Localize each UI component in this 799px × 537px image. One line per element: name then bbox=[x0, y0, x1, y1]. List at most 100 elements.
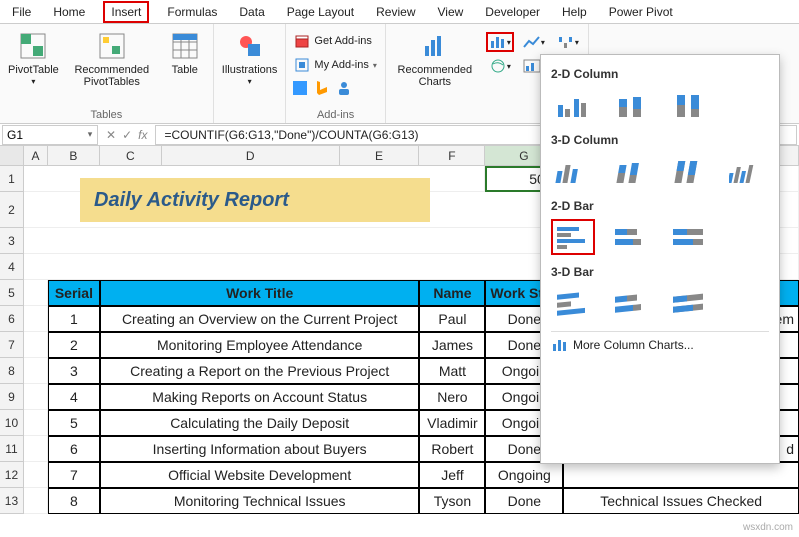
tab-view[interactable]: View bbox=[434, 2, 468, 22]
tab-power-pivot[interactable]: Power Pivot bbox=[605, 2, 677, 22]
row-header-7[interactable]: 7 bbox=[0, 332, 24, 358]
3d-stacked-bar-thumb[interactable] bbox=[609, 285, 653, 321]
cell-work-title[interactable]: Creating a Report on the Previous Projec… bbox=[100, 358, 420, 384]
cell-serial[interactable]: 5 bbox=[48, 410, 100, 436]
cell-work-title[interactable]: Inserting Information about Buyers bbox=[100, 436, 420, 462]
insert-column-chart-button[interactable]: ▾ bbox=[486, 32, 514, 52]
clustered-bar-thumb[interactable] bbox=[551, 219, 595, 255]
cell-serial[interactable]: 7 bbox=[48, 462, 100, 488]
row-header-8[interactable]: 8 bbox=[0, 358, 24, 384]
stacked100-bar-thumb[interactable] bbox=[667, 219, 711, 255]
bing-icon[interactable] bbox=[314, 80, 330, 96]
cell-serial[interactable]: 8 bbox=[48, 488, 100, 514]
table-icon bbox=[169, 30, 201, 62]
cell-name[interactable]: Vladimir bbox=[419, 410, 485, 436]
insert-winloss-chart-button[interactable]: ▾ bbox=[554, 32, 582, 52]
tab-home[interactable]: Home bbox=[49, 2, 89, 22]
cell-name[interactable]: Robert bbox=[419, 436, 485, 462]
row-header-3[interactable]: 3 bbox=[0, 228, 24, 254]
row-header-10[interactable]: 10 bbox=[0, 410, 24, 436]
gallery-section-2d-bar: 2-D Bar bbox=[551, 199, 769, 213]
3d-stacked-column-thumb[interactable] bbox=[609, 153, 653, 189]
row-header-9[interactable]: 9 bbox=[0, 384, 24, 410]
cell-work-title[interactable]: Calculating the Daily Deposit bbox=[100, 410, 420, 436]
enter-icon[interactable]: ✓ bbox=[122, 128, 132, 142]
3d-stacked100-bar-thumb[interactable] bbox=[667, 285, 711, 321]
clustered-column-thumb[interactable] bbox=[551, 87, 595, 123]
tab-formulas[interactable]: Formulas bbox=[163, 2, 221, 22]
cell-serial[interactable]: 1 bbox=[48, 306, 100, 332]
stacked-column-thumb[interactable] bbox=[609, 87, 653, 123]
row-header-12[interactable]: 12 bbox=[0, 462, 24, 488]
caret-down-icon[interactable]: ▾ bbox=[83, 129, 97, 140]
cell-name[interactable]: Tyson bbox=[419, 488, 485, 514]
3d-column-thumb[interactable] bbox=[725, 153, 769, 189]
cell-work-title[interactable]: Monitoring Employee Attendance bbox=[100, 332, 420, 358]
get-addins-button[interactable]: Get Add-ins bbox=[292, 32, 373, 50]
row-header-5[interactable]: 5 bbox=[0, 280, 24, 306]
cell-name[interactable]: Nero bbox=[419, 384, 485, 410]
insert-map-chart-button[interactable]: ▾ bbox=[486, 56, 514, 76]
cell-status[interactable]: Ongoing bbox=[485, 462, 563, 488]
col-F[interactable]: F bbox=[419, 146, 485, 165]
col-D[interactable]: D bbox=[162, 146, 340, 165]
my-addins-button[interactable]: My Add-ins ▾ bbox=[292, 56, 378, 74]
col-E[interactable]: E bbox=[340, 146, 420, 165]
tab-review[interactable]: Review bbox=[372, 2, 419, 22]
more-column-charts[interactable]: More Column Charts... bbox=[551, 331, 769, 352]
col-A[interactable]: A bbox=[24, 146, 48, 165]
stacked100-column-thumb[interactable] bbox=[667, 87, 711, 123]
cell-work-title[interactable]: Making Reports on Account Status bbox=[100, 384, 420, 410]
tab-help[interactable]: Help bbox=[558, 2, 591, 22]
cell-name[interactable]: Matt bbox=[419, 358, 485, 384]
name-box-input[interactable] bbox=[3, 126, 83, 144]
ribbon-tabs: File Home Insert Formulas Data Page Layo… bbox=[0, 0, 799, 24]
col-C[interactable]: C bbox=[100, 146, 162, 165]
cell-remark[interactable] bbox=[563, 462, 799, 488]
cell-serial[interactable]: 3 bbox=[48, 358, 100, 384]
cell-serial[interactable]: 6 bbox=[48, 436, 100, 462]
pivottable-button[interactable]: PivotTable ▾ bbox=[6, 28, 61, 89]
cell-work-title[interactable]: Official Website Development bbox=[100, 462, 420, 488]
cell-status[interactable]: Done bbox=[485, 488, 563, 514]
select-all-corner[interactable] bbox=[0, 146, 24, 165]
cell-serial[interactable]: 4 bbox=[48, 384, 100, 410]
3d-clustered-column-thumb[interactable] bbox=[551, 153, 595, 189]
th-serial[interactable]: Serial bbox=[48, 280, 100, 306]
row-header-4[interactable]: 4 bbox=[0, 254, 24, 280]
tab-developer[interactable]: Developer bbox=[481, 2, 544, 22]
table-button[interactable]: Table bbox=[163, 28, 207, 78]
name-box[interactable]: ▾ bbox=[2, 125, 98, 145]
cell-remark[interactable]: Technical Issues Checked bbox=[563, 488, 799, 514]
row-header-6[interactable]: 6 bbox=[0, 306, 24, 332]
3d-stacked100-column-thumb[interactable] bbox=[667, 153, 711, 189]
tab-file[interactable]: File bbox=[8, 2, 35, 22]
addin-tile-icon[interactable] bbox=[292, 80, 308, 96]
cancel-icon[interactable]: ✕ bbox=[106, 128, 116, 142]
row-header-13[interactable]: 13 bbox=[0, 488, 24, 514]
row-header-11[interactable]: 11 bbox=[0, 436, 24, 462]
tab-data[interactable]: Data bbox=[235, 2, 268, 22]
cell-name[interactable]: Paul bbox=[419, 306, 485, 332]
insert-line-chart-button[interactable]: ▾ bbox=[520, 32, 548, 52]
3d-clustered-bar-thumb[interactable] bbox=[551, 285, 595, 321]
fx-icon[interactable]: fx bbox=[138, 128, 147, 142]
cell-work-title[interactable]: Creating an Overview on the Current Proj… bbox=[100, 306, 420, 332]
row-header-1[interactable]: 1 bbox=[0, 166, 24, 192]
cell-serial[interactable]: 2 bbox=[48, 332, 100, 358]
recommended-charts-button[interactable]: Recommended Charts bbox=[392, 28, 478, 90]
recommended-pivottables-button[interactable]: Recommended PivotTables bbox=[69, 28, 155, 90]
tab-page-layout[interactable]: Page Layout bbox=[283, 2, 358, 22]
th-work-title[interactable]: Work Title bbox=[100, 280, 420, 306]
stacked-bar-thumb[interactable] bbox=[609, 219, 653, 255]
cell-name[interactable]: James bbox=[419, 332, 485, 358]
illustrations-button[interactable]: Illustrations ▾ bbox=[220, 28, 280, 89]
tab-insert[interactable]: Insert bbox=[103, 1, 149, 23]
cell-name[interactable]: Jeff bbox=[419, 462, 485, 488]
th-name[interactable]: Name bbox=[419, 280, 485, 306]
row-header-2[interactable]: 2 bbox=[0, 192, 24, 228]
col-B[interactable]: B bbox=[48, 146, 100, 165]
addin-people-icon[interactable] bbox=[336, 80, 352, 96]
cell-work-title[interactable]: Monitoring Technical Issues bbox=[100, 488, 420, 514]
table-row: 13 8Monitoring Technical IssuesTysonDoneT… bbox=[0, 488, 799, 514]
